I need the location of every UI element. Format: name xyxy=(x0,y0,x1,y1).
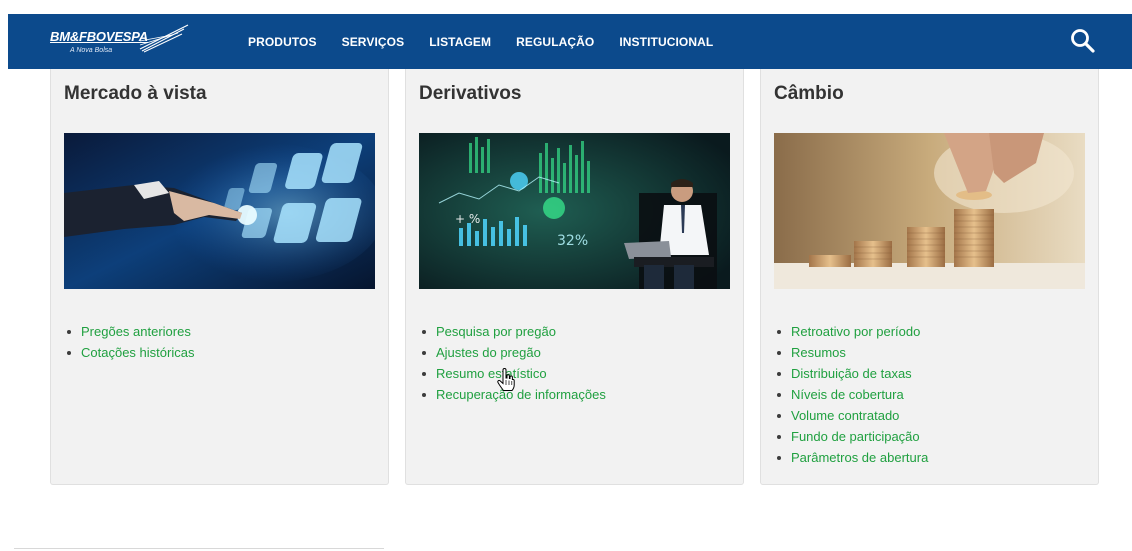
list-item: Parâmetros de abertura xyxy=(774,447,928,468)
link-niveis-de-cobertura[interactable]: Níveis de cobertura xyxy=(791,387,904,402)
link-ajustes-do-pregao[interactable]: Ajustes do pregão xyxy=(436,345,541,360)
search-button[interactable] xyxy=(1070,28,1096,54)
bottom-divider xyxy=(14,548,384,549)
card-title: Mercado à vista xyxy=(64,83,207,104)
link-parametros-de-abertura[interactable]: Parâmetros de abertura xyxy=(791,450,928,465)
list-item: Fundo de participação xyxy=(774,426,928,447)
nav-item-listagem[interactable]: LISTAGEM xyxy=(429,35,491,49)
list-item: Pesquisa por pregão xyxy=(419,321,606,342)
nav-item-regulacao[interactable]: REGULAÇÃO xyxy=(516,35,594,49)
page: BM&FBOVESPA A Nova Bolsa PRODUTOS SERVIÇ… xyxy=(0,0,1132,551)
link-fundo-de-participacao[interactable]: Fundo de participação xyxy=(791,429,920,444)
top-strip xyxy=(0,0,1132,14)
top-navbar: BM&FBOVESPA A Nova Bolsa PRODUTOS SERVIÇ… xyxy=(8,14,1132,69)
businessman-with-laptop-and-charts-image: 32% + % xyxy=(419,133,730,289)
card-title: Câmbio xyxy=(774,83,844,104)
nav-item-servicos[interactable]: SERVIÇOS xyxy=(342,35,405,49)
link-volume-contratado[interactable]: Volume contratado xyxy=(791,408,899,423)
card-links: Pregões anteriores Cotações históricas xyxy=(64,321,194,363)
nav-item-produtos[interactable]: PRODUTOS xyxy=(248,35,317,49)
hand-touching-digital-tiles-image xyxy=(64,133,375,289)
hand-stacking-coins-image xyxy=(774,133,1085,289)
link-pesquisa-por-pregao[interactable]: Pesquisa por pregão xyxy=(436,324,556,339)
card-cambio: Câmbio Retroativo por período Resumos Di… xyxy=(760,69,1099,485)
list-item: Distribuição de taxas xyxy=(774,363,928,384)
card-mercado-a-vista: Mercado à vista Pregões anteriores Cotaç… xyxy=(50,69,389,485)
link-distribuicao-de-taxas[interactable]: Distribuição de taxas xyxy=(791,366,912,381)
list-item: Resumo estatístico xyxy=(419,363,606,384)
list-item: Cotações históricas xyxy=(64,342,194,363)
card-links: Pesquisa por pregão Ajustes do pregão Re… xyxy=(419,321,606,405)
search-icon xyxy=(1071,29,1095,53)
list-item: Resumos xyxy=(774,342,928,363)
svg-text:32%: 32% xyxy=(557,233,588,249)
card-image-mercado[interactable] xyxy=(64,133,375,289)
logo-wings-icon xyxy=(139,24,189,53)
logo-text: BM&FBOVESPA xyxy=(50,29,148,44)
card-title: Derivativos xyxy=(419,83,522,104)
list-item: Recuperação de informações xyxy=(419,384,606,405)
link-cotacoes-historicas[interactable]: Cotações históricas xyxy=(81,345,194,360)
card-image-cambio[interactable] xyxy=(774,133,1085,289)
list-item: Retroativo por período xyxy=(774,321,928,342)
link-resumos[interactable]: Resumos xyxy=(791,345,846,360)
card-image-derivativos[interactable]: 32% + % xyxy=(419,133,730,289)
bmfbovespa-logo[interactable]: BM&FBOVESPA A Nova Bolsa xyxy=(50,21,190,61)
list-item: Volume contratado xyxy=(774,405,928,426)
link-retroativo-por-periodo[interactable]: Retroativo por período xyxy=(791,324,920,339)
logo-tagline: A Nova Bolsa xyxy=(70,47,113,54)
list-item: Ajustes do pregão xyxy=(419,342,606,363)
link-recuperacao-de-informacoes[interactable]: Recuperação de informações xyxy=(436,387,606,402)
nav-item-institucional[interactable]: INSTITUCIONAL xyxy=(619,35,713,49)
card-derivativos: Derivativos 32% + % Pesquisa por pregão … xyxy=(405,69,744,485)
list-item: Níveis de cobertura xyxy=(774,384,928,405)
link-pregoes-anteriores[interactable]: Pregões anteriores xyxy=(81,324,191,339)
link-resumo-estatistico[interactable]: Resumo estatístico xyxy=(436,366,547,381)
main-nav: PRODUTOS SERVIÇOS LISTAGEM REGULAÇÃO INS… xyxy=(248,14,738,69)
card-links: Retroativo por período Resumos Distribui… xyxy=(774,321,928,468)
svg-text:+ %: + % xyxy=(455,212,480,226)
list-item: Pregões anteriores xyxy=(64,321,194,342)
